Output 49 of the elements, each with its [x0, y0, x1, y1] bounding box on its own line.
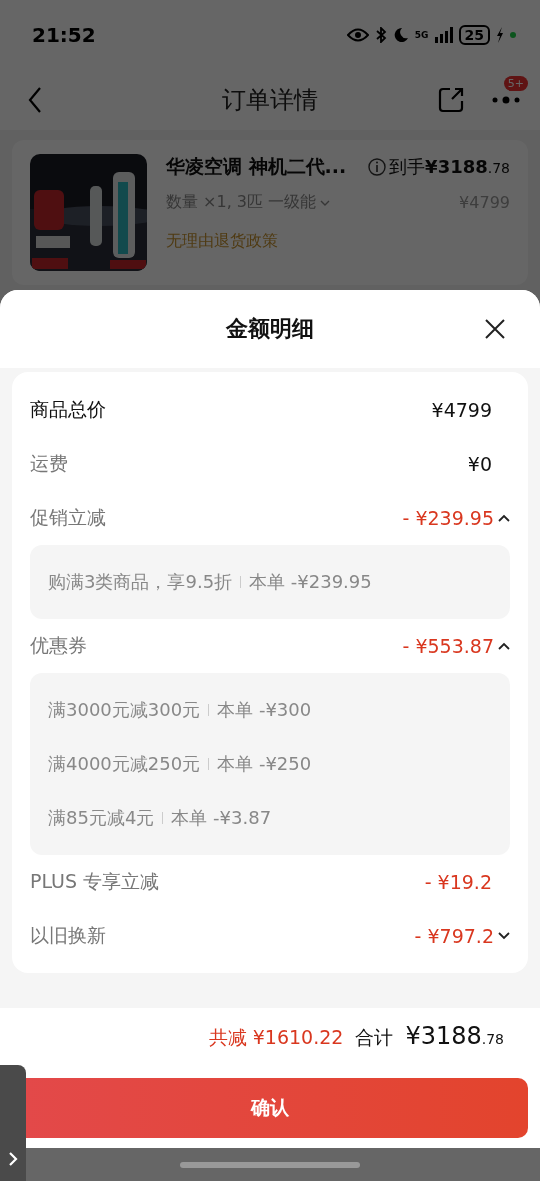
discount-amount: 本单 -¥239.95: [249, 570, 372, 594]
price-amount: - ¥553.87: [402, 635, 494, 657]
back-icon[interactable]: [28, 87, 42, 113]
final-price: 到手¥3188.78: [389, 155, 510, 179]
bolt-icon: [496, 27, 504, 43]
discount-condition: 购满3类商品，享9.5折: [48, 570, 233, 594]
price-label: PLUS 专享立减: [30, 869, 160, 894]
discount-condition: 满3000元减300元: [48, 698, 201, 722]
total-label: 合计: [355, 1025, 394, 1050]
network-label: 5G: [414, 30, 429, 40]
discount-amount: 本单 -¥250: [217, 752, 312, 776]
price-amount: - ¥19.2: [424, 871, 492, 893]
sheet-title: 金额明细: [226, 315, 314, 343]
page-title: 订单详情: [222, 85, 318, 116]
return-policy: 无理由退货政策: [166, 231, 279, 252]
info-icon[interactable]: [368, 158, 387, 176]
price-amount: - ¥239.95: [402, 507, 494, 529]
discount-amount: 本单 -¥3.87: [171, 806, 272, 830]
caret-down-icon[interactable]: [498, 932, 510, 940]
price-amount: - ¥797.2: [414, 925, 494, 947]
caret-up-icon[interactable]: [498, 642, 510, 650]
price-label: 以旧换新: [30, 923, 106, 948]
price-amount: ¥4799: [431, 399, 492, 421]
battery-level: 25: [458, 25, 490, 45]
caret-up-icon[interactable]: [498, 514, 510, 522]
total-amount: ¥3188.78: [405, 1022, 504, 1050]
discount-condition: 满85元减4元: [48, 806, 155, 830]
price-label: 促销立减: [30, 505, 106, 530]
moon-icon: [392, 27, 409, 43]
discount-amount: 本单 -¥300: [217, 698, 312, 722]
price-amount: ¥0: [467, 453, 492, 475]
product-name: 华凌空调 神机二代...: [166, 154, 347, 179]
discount-condition: 满4000元减250元: [48, 752, 201, 776]
price-label: 商品总价: [30, 397, 106, 422]
price-label: 优惠券: [30, 633, 87, 658]
total-saved: 共减 ¥1610.22: [208, 1025, 344, 1050]
share-icon[interactable]: [438, 87, 464, 113]
side-handle[interactable]: [0, 1065, 26, 1181]
bluetooth-icon: [374, 27, 387, 43]
clock: 21:52: [32, 23, 96, 47]
eye-icon: [346, 28, 369, 42]
home-indicator[interactable]: [180, 1161, 360, 1168]
close-button[interactable]: [484, 318, 506, 340]
chevron-down-icon[interactable]: [320, 199, 331, 206]
price-label: 运费: [30, 451, 68, 476]
more-icon[interactable]: [492, 96, 520, 104]
signal-icon: [434, 27, 453, 43]
notification-badge: 5+: [503, 76, 528, 91]
indicator-dot: [510, 32, 516, 38]
